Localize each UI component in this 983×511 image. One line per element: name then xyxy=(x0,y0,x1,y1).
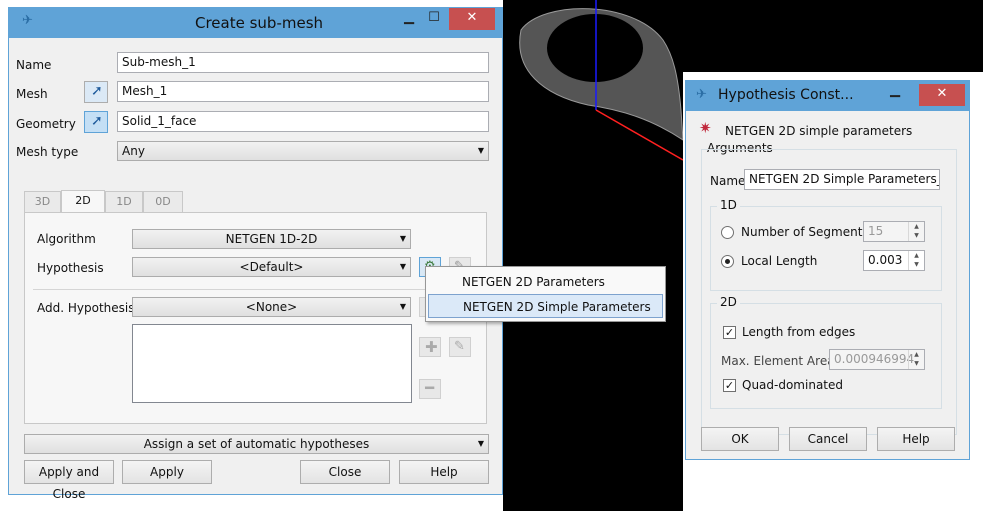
mesh-field[interactable]: Mesh_1 xyxy=(117,81,489,102)
tab-0d[interactable]: 0D xyxy=(143,191,183,212)
max-area-spin[interactable]: 0.000946994 ▲ ▼ xyxy=(829,349,925,370)
length-from-edges-label: Length from edges xyxy=(742,325,856,339)
3d-viewport[interactable] xyxy=(503,0,683,511)
edit-add-hypothesis-button[interactable]: ✎ xyxy=(449,337,471,357)
mesh-select-button[interactable]: ➚ xyxy=(84,81,108,103)
app-icon: ✈ xyxy=(696,87,707,102)
chevron-down-icon: ▼ xyxy=(477,146,484,155)
tab-3d[interactable]: 3D xyxy=(24,191,61,212)
menu-item-netgen-2d-parameters[interactable]: NETGEN 2D Parameters xyxy=(428,270,663,294)
hyp-body: ✷ NETGEN 2D simple parameters Arguments … xyxy=(691,111,964,454)
remove-button[interactable]: ━ xyxy=(419,379,441,399)
tab-panel-2d: Algorithm NETGEN 1D-2D ▼ Hypothesis <Defa… xyxy=(24,212,487,424)
minimize-button[interactable]: ▁ xyxy=(884,81,906,103)
algorithm-label: Algorithm xyxy=(37,232,96,246)
hypothesis-select[interactable]: <Default> ▼ xyxy=(132,257,411,277)
maximize-button[interactable]: ☐ xyxy=(422,8,446,30)
plus-icon: ✚ xyxy=(425,338,438,356)
name-field[interactable]: Sub-mesh_1 xyxy=(117,52,489,73)
close-window-button[interactable]: ✕ xyxy=(919,84,965,106)
add-hypothesis-list[interactable] xyxy=(132,324,412,403)
hyp-name-field[interactable]: NETGEN 2D Simple Parameters_1 xyxy=(744,169,940,190)
num-segments-radio[interactable] xyxy=(721,226,734,239)
mesh-type-label: Mesh type xyxy=(16,145,79,159)
algorithm-select[interactable]: NETGEN 1D-2D ▼ xyxy=(132,229,411,249)
hypothesis-dialog: ✈ Hypothesis Const... ▁ ✕ ✷ NETGEN 2D si… xyxy=(685,80,970,460)
mesh-label: Mesh xyxy=(16,87,48,101)
quad-dominated-checkbox[interactable]: ✓ xyxy=(723,379,736,392)
hyp-header: NETGEN 2D simple parameters xyxy=(725,124,913,138)
local-length-label: Local Length xyxy=(741,254,818,268)
length-from-edges-checkbox[interactable]: ✓ xyxy=(723,326,736,339)
minimize-button[interactable]: ▁ xyxy=(397,8,421,30)
auto-hypotheses-value: Assign a set of automatic hypotheses xyxy=(143,437,370,451)
3d-viewport-top[interactable] xyxy=(683,0,983,72)
chevron-down-icon: ▼ xyxy=(399,262,406,271)
ok-button[interactable]: OK xyxy=(701,427,779,451)
geometry-select-button[interactable]: ➚ xyxy=(84,111,108,133)
hypothesis-value: <Default> xyxy=(239,260,304,274)
hyp-name-label: Name xyxy=(710,174,746,188)
separator xyxy=(33,289,478,290)
close-button[interactable]: Close xyxy=(300,460,390,484)
group-2d: 2D ✓ Length from edges Max. Element Area… xyxy=(710,295,942,409)
auto-hypotheses-select[interactable]: Assign a set of automatic hypotheses ▼ xyxy=(24,434,489,454)
tab-1d[interactable]: 1D xyxy=(105,191,143,212)
minus-icon: ━ xyxy=(425,379,435,397)
group-2d-title: 2D xyxy=(717,295,740,309)
help-button[interactable]: Help xyxy=(399,460,489,484)
menu-item-netgen-2d-simple-parameters[interactable]: NETGEN 2D Simple Parameters xyxy=(428,294,663,318)
algorithm-value: NETGEN 1D-2D xyxy=(225,232,318,246)
create-submesh-dialog: ✈ Create sub-mesh ▁ ☐ ✕ Name Sub-mesh_1 … xyxy=(8,7,503,501)
local-length-spin[interactable]: 0.003 ▲ ▼ xyxy=(863,250,925,271)
add-button[interactable]: ✚ xyxy=(419,337,441,357)
submesh-title: Create sub-mesh xyxy=(195,14,324,32)
name-label: Name xyxy=(16,58,52,72)
add-hypothesis-select[interactable]: <None> ▼ xyxy=(132,297,411,317)
num-segments-spin[interactable]: 15 ▲ ▼ xyxy=(863,221,925,242)
apply-button[interactable]: Apply xyxy=(122,460,212,484)
spin-arrows-icon[interactable]: ▲ ▼ xyxy=(908,251,924,270)
local-length-value: 0.003 xyxy=(868,253,903,267)
hypothesis-label: Hypothesis xyxy=(37,261,104,275)
chevron-down-icon: ▼ xyxy=(399,302,406,311)
hypothesis-popup-menu: NETGEN 2D Parameters NETGEN 2D Simple Pa… xyxy=(425,266,666,322)
add-hypothesis-value: <None> xyxy=(245,300,298,314)
spin-arrows-icon[interactable]: ▲ ▼ xyxy=(908,350,924,369)
hyp-help-button[interactable]: Help xyxy=(877,427,955,451)
spin-arrows-icon[interactable]: ▲ ▼ xyxy=(908,222,924,241)
max-area-value: 0.000946994 xyxy=(834,352,915,366)
quad-dominated-label: Quad-dominated xyxy=(742,378,843,392)
arguments-group: Name NETGEN 2D Simple Parameters_1 1D Nu… xyxy=(701,149,957,435)
app-icon: ✈ xyxy=(22,13,33,28)
tab-2d[interactable]: 2D xyxy=(61,190,105,212)
cancel-button[interactable]: Cancel xyxy=(789,427,867,451)
group-1d: 1D Number of Segments 15 ▲ ▼ Local Length … xyxy=(710,198,942,291)
max-area-label: Max. Element Area xyxy=(721,354,835,368)
num-segments-label: Number of Segments xyxy=(741,225,869,239)
apply-close-button[interactable]: Apply and Close xyxy=(24,460,114,501)
select-arrow-icon: ➚ xyxy=(91,83,103,99)
select-arrow-icon: ➚ xyxy=(91,113,103,129)
hyp-titlebar[interactable]: ✈ Hypothesis Const... ▁ ✕ xyxy=(686,81,969,111)
hyp-title: Hypothesis Const... xyxy=(718,87,854,103)
mesh-type-value: Any xyxy=(122,144,145,158)
geometry-label: Geometry xyxy=(16,117,76,131)
edit-hypothesis-icon: ✎ xyxy=(454,339,465,354)
chevron-down-icon: ▼ xyxy=(399,234,406,243)
geometry-field[interactable]: Solid_1_face xyxy=(117,111,489,132)
mesh-hole xyxy=(547,14,643,82)
local-length-radio[interactable] xyxy=(721,255,734,268)
mesh-type-select[interactable]: Any ▼ xyxy=(117,141,489,161)
num-segments-value: 15 xyxy=(868,224,884,238)
chevron-down-icon: ▼ xyxy=(477,439,484,448)
netgen-icon: ✷ xyxy=(699,119,712,137)
close-window-button[interactable]: ✕ xyxy=(449,8,495,30)
group-1d-title: 1D xyxy=(717,198,740,212)
submesh-body: Name Sub-mesh_1 Mesh ➚ Mesh_1 Geometry ➚… xyxy=(14,38,497,501)
add-hypothesis-label: Add. Hypothesis xyxy=(37,301,135,315)
submesh-titlebar[interactable]: ✈ Create sub-mesh ▁ ☐ ✕ xyxy=(9,8,502,38)
